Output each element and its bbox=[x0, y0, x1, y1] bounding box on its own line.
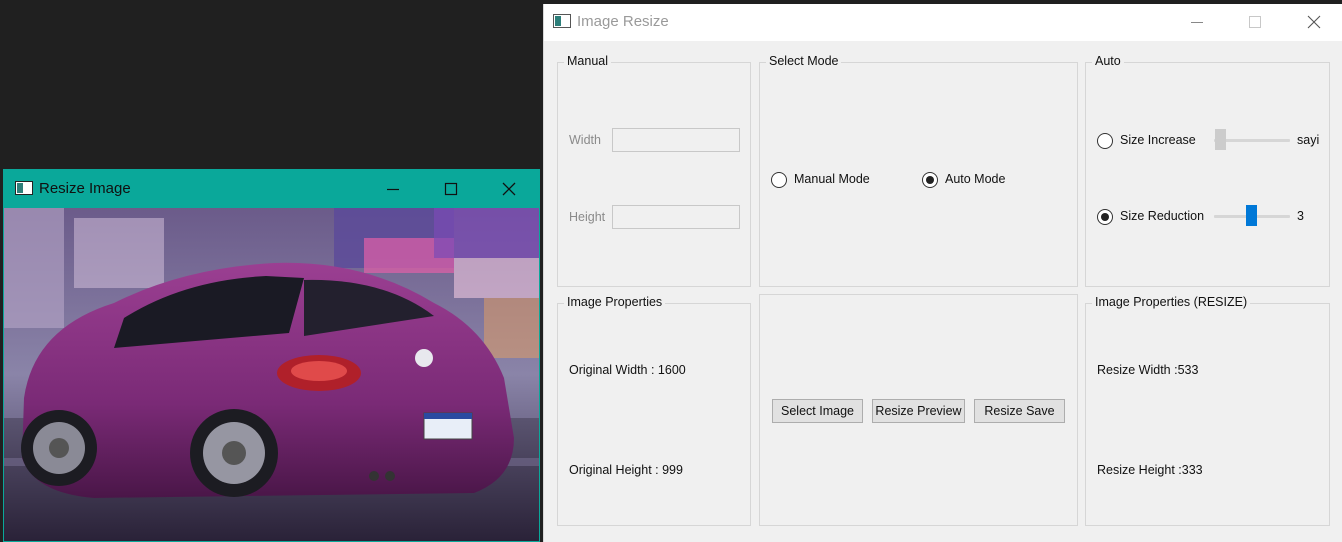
size-reduction-slider-thumb[interactable] bbox=[1246, 205, 1257, 226]
resize-image-window: Resize Image bbox=[3, 169, 540, 542]
resize-properties-group: Image Properties (RESIZE) Resize Width :… bbox=[1085, 295, 1330, 526]
resize-preview-button[interactable]: Resize Preview bbox=[872, 399, 965, 423]
width-label: Width bbox=[569, 133, 601, 147]
car-image-preview bbox=[4, 208, 539, 541]
image-resize-window: Image Resize Manual Width Height Select … bbox=[543, 4, 1342, 542]
resize-height-text: Resize Height :333 bbox=[1097, 463, 1203, 477]
minimize-icon[interactable] bbox=[1189, 14, 1205, 30]
select-image-button[interactable]: Select Image bbox=[772, 399, 863, 423]
width-input[interactable] bbox=[612, 128, 740, 152]
select-mode-group-label: Select Mode bbox=[766, 54, 842, 68]
manual-mode-label[interactable]: Manual Mode bbox=[794, 172, 870, 186]
app-window-icon bbox=[553, 14, 571, 33]
image-properties-group-label: Image Properties bbox=[564, 295, 666, 309]
manual-mode-radio[interactable] bbox=[771, 172, 787, 188]
resize-image-titlebar[interactable]: Resize Image bbox=[4, 170, 539, 208]
actions-group: Select Image Resize Preview Resize Save bbox=[759, 294, 1078, 526]
manual-group-label: Manual bbox=[564, 54, 611, 68]
close-icon[interactable] bbox=[1306, 14, 1322, 30]
size-increase-label[interactable]: Size Increase bbox=[1120, 133, 1196, 147]
maximize-icon[interactable] bbox=[443, 181, 459, 197]
app-window-icon bbox=[15, 181, 33, 200]
image-resize-titlebar[interactable]: Image Resize bbox=[544, 4, 1342, 41]
auto-mode-label[interactable]: Auto Mode bbox=[945, 172, 1005, 186]
image-properties-group: Image Properties Original Width : 1600 O… bbox=[557, 295, 751, 526]
original-width-text: Original Width : 1600 bbox=[569, 363, 686, 377]
size-increase-slider-thumb[interactable] bbox=[1215, 129, 1226, 150]
auto-mode-radio[interactable] bbox=[922, 172, 938, 188]
size-increase-radio[interactable] bbox=[1097, 133, 1113, 149]
resize-properties-group-label: Image Properties (RESIZE) bbox=[1092, 295, 1251, 309]
size-increase-value: sayi bbox=[1297, 133, 1320, 147]
height-label: Height bbox=[569, 210, 606, 224]
maximize-icon[interactable] bbox=[1247, 14, 1263, 30]
height-input[interactable] bbox=[612, 205, 740, 229]
size-reduction-radio[interactable] bbox=[1097, 209, 1113, 225]
auto-group-label: Auto bbox=[1092, 54, 1124, 68]
size-reduction-value: 3 bbox=[1297, 209, 1304, 223]
size-reduction-label[interactable]: Size Reduction bbox=[1120, 209, 1204, 223]
minimize-icon[interactable] bbox=[385, 181, 401, 197]
resize-width-text: Resize Width :533 bbox=[1097, 363, 1199, 377]
manual-group: Manual Width Height bbox=[557, 54, 751, 287]
auto-group: Auto Size Increase sayi Size Reduction 3 bbox=[1085, 54, 1330, 287]
original-height-text: Original Height : 999 bbox=[569, 463, 683, 477]
window-title: Image Resize bbox=[577, 13, 669, 30]
resize-save-button[interactable]: Resize Save bbox=[974, 399, 1065, 423]
window-title: Resize Image bbox=[39, 180, 131, 197]
select-mode-group: Select Mode Manual Mode Auto Mode bbox=[759, 54, 1078, 287]
close-icon[interactable] bbox=[501, 181, 517, 197]
